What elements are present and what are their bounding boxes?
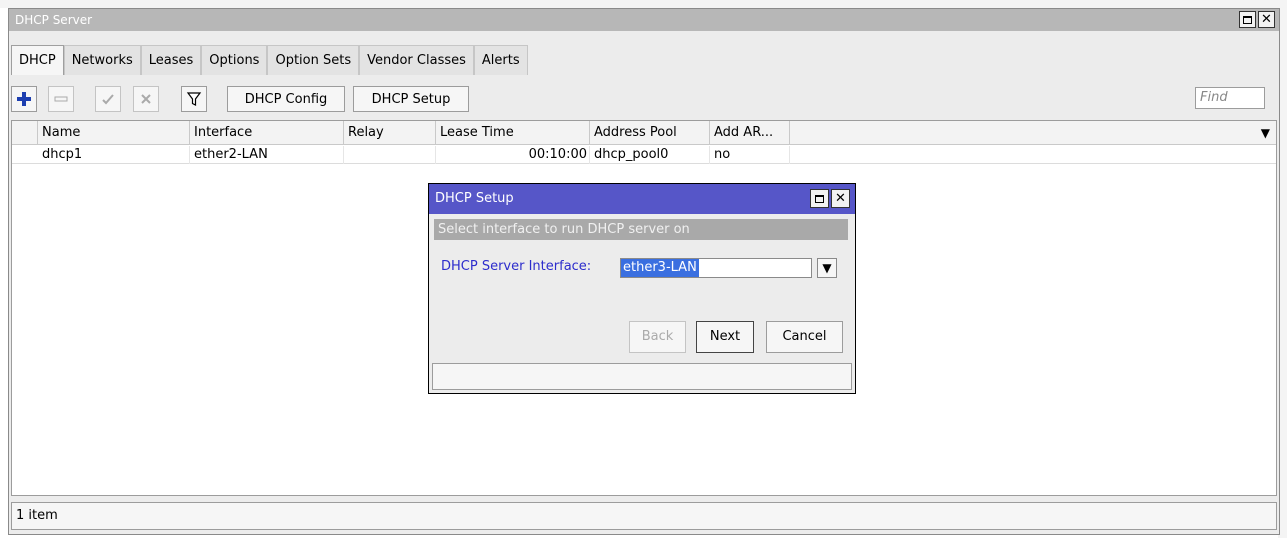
minus-icon (54, 96, 68, 102)
tab-options[interactable]: Options (201, 45, 268, 75)
column-menu-icon[interactable]: ▼ (1261, 121, 1270, 145)
add-button[interactable] (11, 86, 37, 112)
tab-alerts[interactable]: Alerts (473, 45, 528, 75)
cross-icon (141, 94, 151, 104)
interface-dropdown-button[interactable]: ▼ (817, 258, 837, 278)
filter-icon (186, 92, 202, 106)
column-header-address-pool[interactable]: Address Pool (590, 121, 710, 145)
cell-add-arp: no (710, 146, 790, 164)
tab-vendor-classes[interactable]: Vendor Classes (359, 45, 474, 75)
dropdown-arrow-icon: ▼ (822, 261, 832, 275)
filter-button[interactable] (181, 86, 207, 112)
next-button[interactable]: Next (696, 321, 754, 353)
interface-field-label: DHCP Server Interface: (441, 259, 592, 274)
remove-button[interactable] (48, 86, 74, 112)
close-icon: ✕ (835, 191, 846, 206)
column-header-add-arp[interactable]: Add AR... (710, 121, 790, 145)
cell-interface: ether2-LAN (190, 146, 344, 164)
disable-button[interactable] (133, 86, 159, 112)
background-window-strip (0, 0, 1287, 8)
window-title: DHCP Server (15, 13, 93, 27)
tab-dhcp[interactable]: DHCP (11, 45, 64, 75)
dialog-title: DHCP Setup (435, 191, 514, 206)
column-header-relay[interactable]: Relay (344, 121, 436, 145)
table-header: Name Interface Relay Lease Time Address … (12, 121, 1276, 145)
dhcp-config-button[interactable]: DHCP Config (227, 86, 345, 112)
status-bar: 1 item (11, 502, 1277, 530)
tab-leases[interactable]: Leases (140, 45, 202, 75)
cancel-button[interactable]: Cancel (766, 321, 843, 353)
dialog-status-bar (432, 363, 852, 390)
column-header-marker (12, 121, 38, 145)
tab-option-sets[interactable]: Option Sets (267, 45, 360, 75)
dialog-titlebar[interactable]: DHCP Setup ✕ (429, 184, 855, 214)
cell-address-pool: dhcp_pool0 (590, 146, 710, 164)
table-row[interactable]: dhcp1 ether2-LAN 00:10:00 dhcp_pool0 no (12, 146, 1276, 164)
tab-networks[interactable]: Networks (63, 45, 141, 75)
column-header-interface[interactable]: Interface (190, 121, 344, 145)
enable-button[interactable] (95, 86, 121, 112)
cell-relay (344, 146, 436, 164)
dialog-caption: Select interface to run DHCP server on (434, 219, 848, 240)
tab-bar: DHCP Networks Leases Options Option Sets… (11, 45, 528, 75)
check-icon (102, 94, 114, 105)
interface-field[interactable]: ether3-LAN (620, 258, 812, 278)
toolbar: DHCP Config DHCP Setup Find (9, 82, 1279, 118)
column-header-name[interactable]: Name (38, 121, 190, 145)
close-icon: ✕ (1261, 12, 1272, 27)
dialog-maximize-button[interactable] (810, 189, 829, 208)
maximize-button[interactable] (1239, 11, 1256, 28)
maximize-icon (815, 194, 824, 203)
column-header-lease-time[interactable]: Lease Time (436, 121, 590, 145)
plus-icon (17, 92, 31, 106)
dhcp-setup-dialog: DHCP Setup ✕ Select interface to run DHC… (428, 183, 856, 394)
dhcp-setup-button[interactable]: DHCP Setup (353, 86, 469, 112)
interface-field-value: ether3-LAN (621, 259, 699, 277)
cell-lease-time: 00:10:00 (436, 146, 590, 164)
dialog-close-button[interactable]: ✕ (831, 189, 850, 208)
maximize-icon (1243, 15, 1252, 24)
close-button[interactable]: ✕ (1258, 11, 1275, 28)
back-button[interactable]: Back (629, 321, 686, 353)
window-titlebar[interactable]: DHCP Server ✕ (9, 9, 1279, 31)
cell-name: dhcp1 (38, 146, 190, 164)
find-input[interactable]: Find (1195, 87, 1265, 109)
